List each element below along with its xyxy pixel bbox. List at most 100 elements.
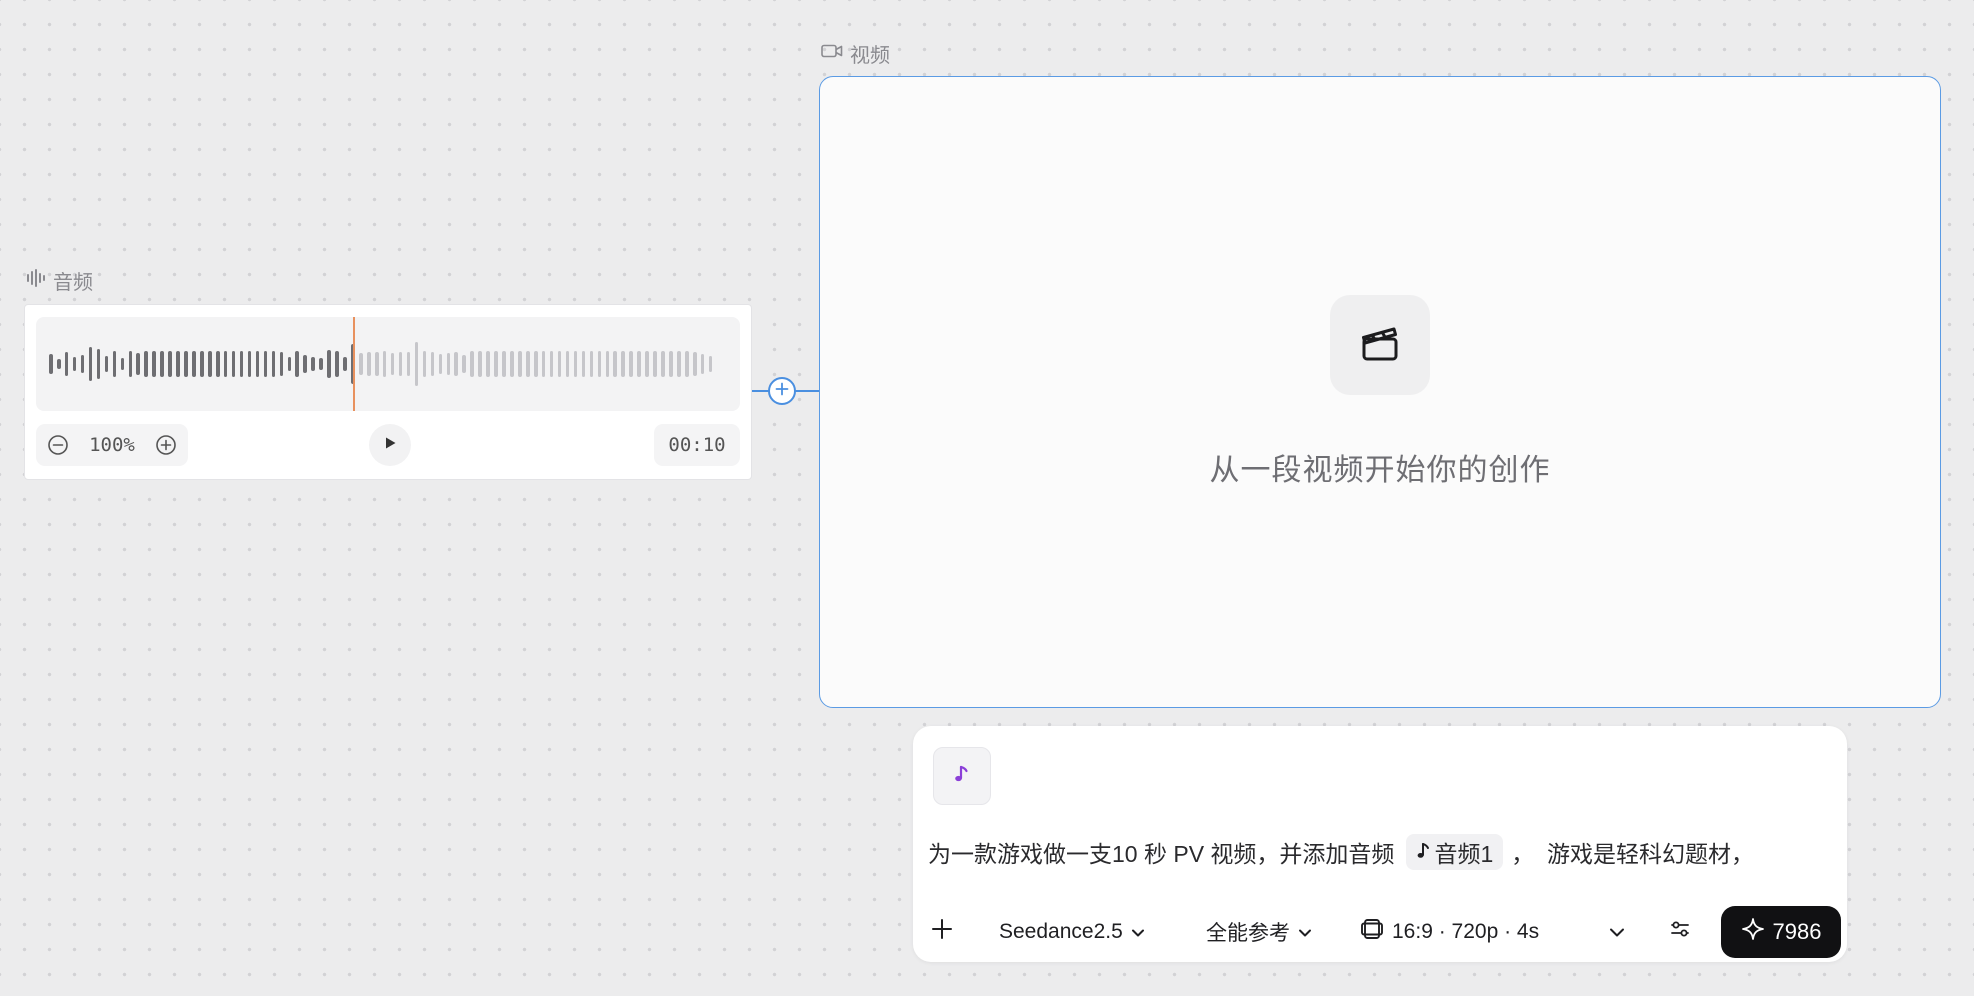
waveform-bar <box>263 351 268 377</box>
waveform-bar <box>359 353 363 375</box>
play-button[interactable] <box>369 424 411 466</box>
chevron-down-icon <box>1298 920 1312 944</box>
output-settings[interactable]: 16:9 · 720p · 4s <box>1360 906 1539 958</box>
waveform-bar <box>382 351 387 377</box>
waveform-bar <box>64 352 69 376</box>
waveform-bar <box>653 351 657 377</box>
waveform-bar <box>279 352 284 376</box>
sliders-icon <box>1669 918 1691 946</box>
model-label: Seedance2.5 <box>999 920 1123 943</box>
video-node-title: 视频 <box>850 45 890 67</box>
waveform-bar <box>192 351 196 377</box>
waveform-icon <box>26 268 46 293</box>
video-camera-icon <box>821 42 843 65</box>
zoom-control: 100% <box>36 424 188 466</box>
waveform-bar <box>128 351 133 377</box>
waveform-bar <box>311 357 315 371</box>
prompt-input[interactable]: 为一款游戏做一支10 秒 PV 视频，并添加音频 音频1 ， 游戏是轻科幻题材， <box>928 834 1754 870</box>
waveform-bar <box>136 353 141 375</box>
waveform-bar <box>589 351 594 377</box>
clapperboard-icon <box>1359 322 1401 369</box>
waveform-bar <box>152 351 156 377</box>
chevron-down-icon <box>1131 920 1145 944</box>
generate-button[interactable]: 7986 <box>1721 906 1841 958</box>
waveform-bar <box>120 358 125 370</box>
add-button[interactable] <box>931 906 953 958</box>
reference-mode-select[interactable]: 全能参考 <box>1206 906 1312 958</box>
waveform-bar <box>581 351 586 377</box>
waveform-bar <box>645 351 649 377</box>
clapperboard-tile[interactable] <box>1330 295 1430 395</box>
play-icon <box>382 435 398 456</box>
waveform-bar <box>462 355 466 373</box>
audio-node-label: 音频 <box>26 266 93 295</box>
model-select[interactable]: Seedance2.5 <box>999 906 1145 958</box>
waveform-bar <box>422 351 427 377</box>
waveform-bar <box>144 351 148 377</box>
waveform-bar <box>700 354 705 374</box>
add-connection-button[interactable] <box>768 377 796 405</box>
credits-count: 7986 <box>1772 919 1822 944</box>
waveform-bar <box>573 351 578 377</box>
waveform-bar <box>367 352 371 376</box>
playhead[interactable] <box>353 317 355 411</box>
waveform-bar <box>613 351 618 377</box>
waveform-track[interactable] <box>36 317 740 411</box>
waveform-bar <box>327 350 331 378</box>
waveform-bar <box>303 355 307 373</box>
waveform-bar <box>208 351 212 377</box>
waveform-bar <box>438 354 443 374</box>
video-node-label: 视频 <box>821 39 890 68</box>
prompt-text-after: ， 游戏是轻科幻题材， <box>1511 841 1755 867</box>
waveform-bar <box>398 352 403 376</box>
waveform-bar <box>533 351 538 377</box>
waveform-bar <box>621 351 625 377</box>
waveform-bar <box>343 357 347 371</box>
waveform-bar <box>494 351 498 377</box>
audio-duration: 00:10 <box>654 424 740 466</box>
waveform-bar <box>677 351 681 377</box>
plus-icon <box>774 381 790 402</box>
waveform-bar <box>239 351 244 377</box>
settings-dropdown-button[interactable] <box>1609 906 1625 958</box>
advanced-options-button[interactable] <box>1669 906 1691 958</box>
audio-reference-chip[interactable]: 音频1 <box>1406 834 1504 870</box>
sparkle-icon <box>1741 917 1765 947</box>
waveform-bar <box>49 354 53 374</box>
waveform-bar <box>446 353 451 375</box>
waveform-bar <box>271 351 276 377</box>
chevron-down-icon <box>1609 920 1625 944</box>
prompt-panel: 为一款游戏做一支10 秒 PV 视频，并添加音频 音频1 ， 游戏是轻科幻题材， <box>913 726 1847 962</box>
waveform-bar <box>231 351 236 377</box>
output-settings-label: 16:9 · 720p · 4s <box>1392 920 1540 943</box>
waveform-bar <box>104 356 109 372</box>
waveform-bar <box>223 351 228 377</box>
music-note-icon <box>1416 839 1430 866</box>
audio-chip-label: 音频1 <box>1434 841 1494 867</box>
waveform-bar <box>637 351 641 377</box>
waveform-bar <box>526 351 530 377</box>
zoom-out-icon[interactable] <box>46 433 70 457</box>
waveform-bar <box>454 352 459 376</box>
waveform-bar <box>247 351 252 377</box>
prompt-toolbar: Seedance2.5 全能参考 16:9 · 720p · 4s 7986 <box>913 906 1847 958</box>
waveform-bar <box>565 351 570 377</box>
video-node-card[interactable]: 从一段视频开始你的创作 <box>819 76 1941 708</box>
waveform-bar <box>160 351 164 377</box>
attached-audio-thumbnail[interactable] <box>933 747 991 805</box>
audio-node-card[interactable]: 100% 00:10 <box>24 304 752 480</box>
waveform-bar <box>549 351 554 377</box>
waveform-bar <box>80 355 85 373</box>
waveform-bar <box>200 351 204 377</box>
waveform-bar <box>692 352 697 376</box>
waveform-bar <box>56 359 61 369</box>
zoom-level: 100% <box>89 434 135 456</box>
waveform-bar <box>597 351 602 377</box>
waveform-bar <box>335 351 339 377</box>
zoom-in-icon[interactable] <box>154 433 178 457</box>
waveform-bar <box>518 351 522 377</box>
waveform-bar <box>470 351 474 377</box>
waveform-bar <box>319 358 323 370</box>
prompt-text-before: 为一款游戏做一支10 秒 PV 视频，并添加音频 <box>928 841 1395 867</box>
waveform-bar <box>510 351 514 377</box>
